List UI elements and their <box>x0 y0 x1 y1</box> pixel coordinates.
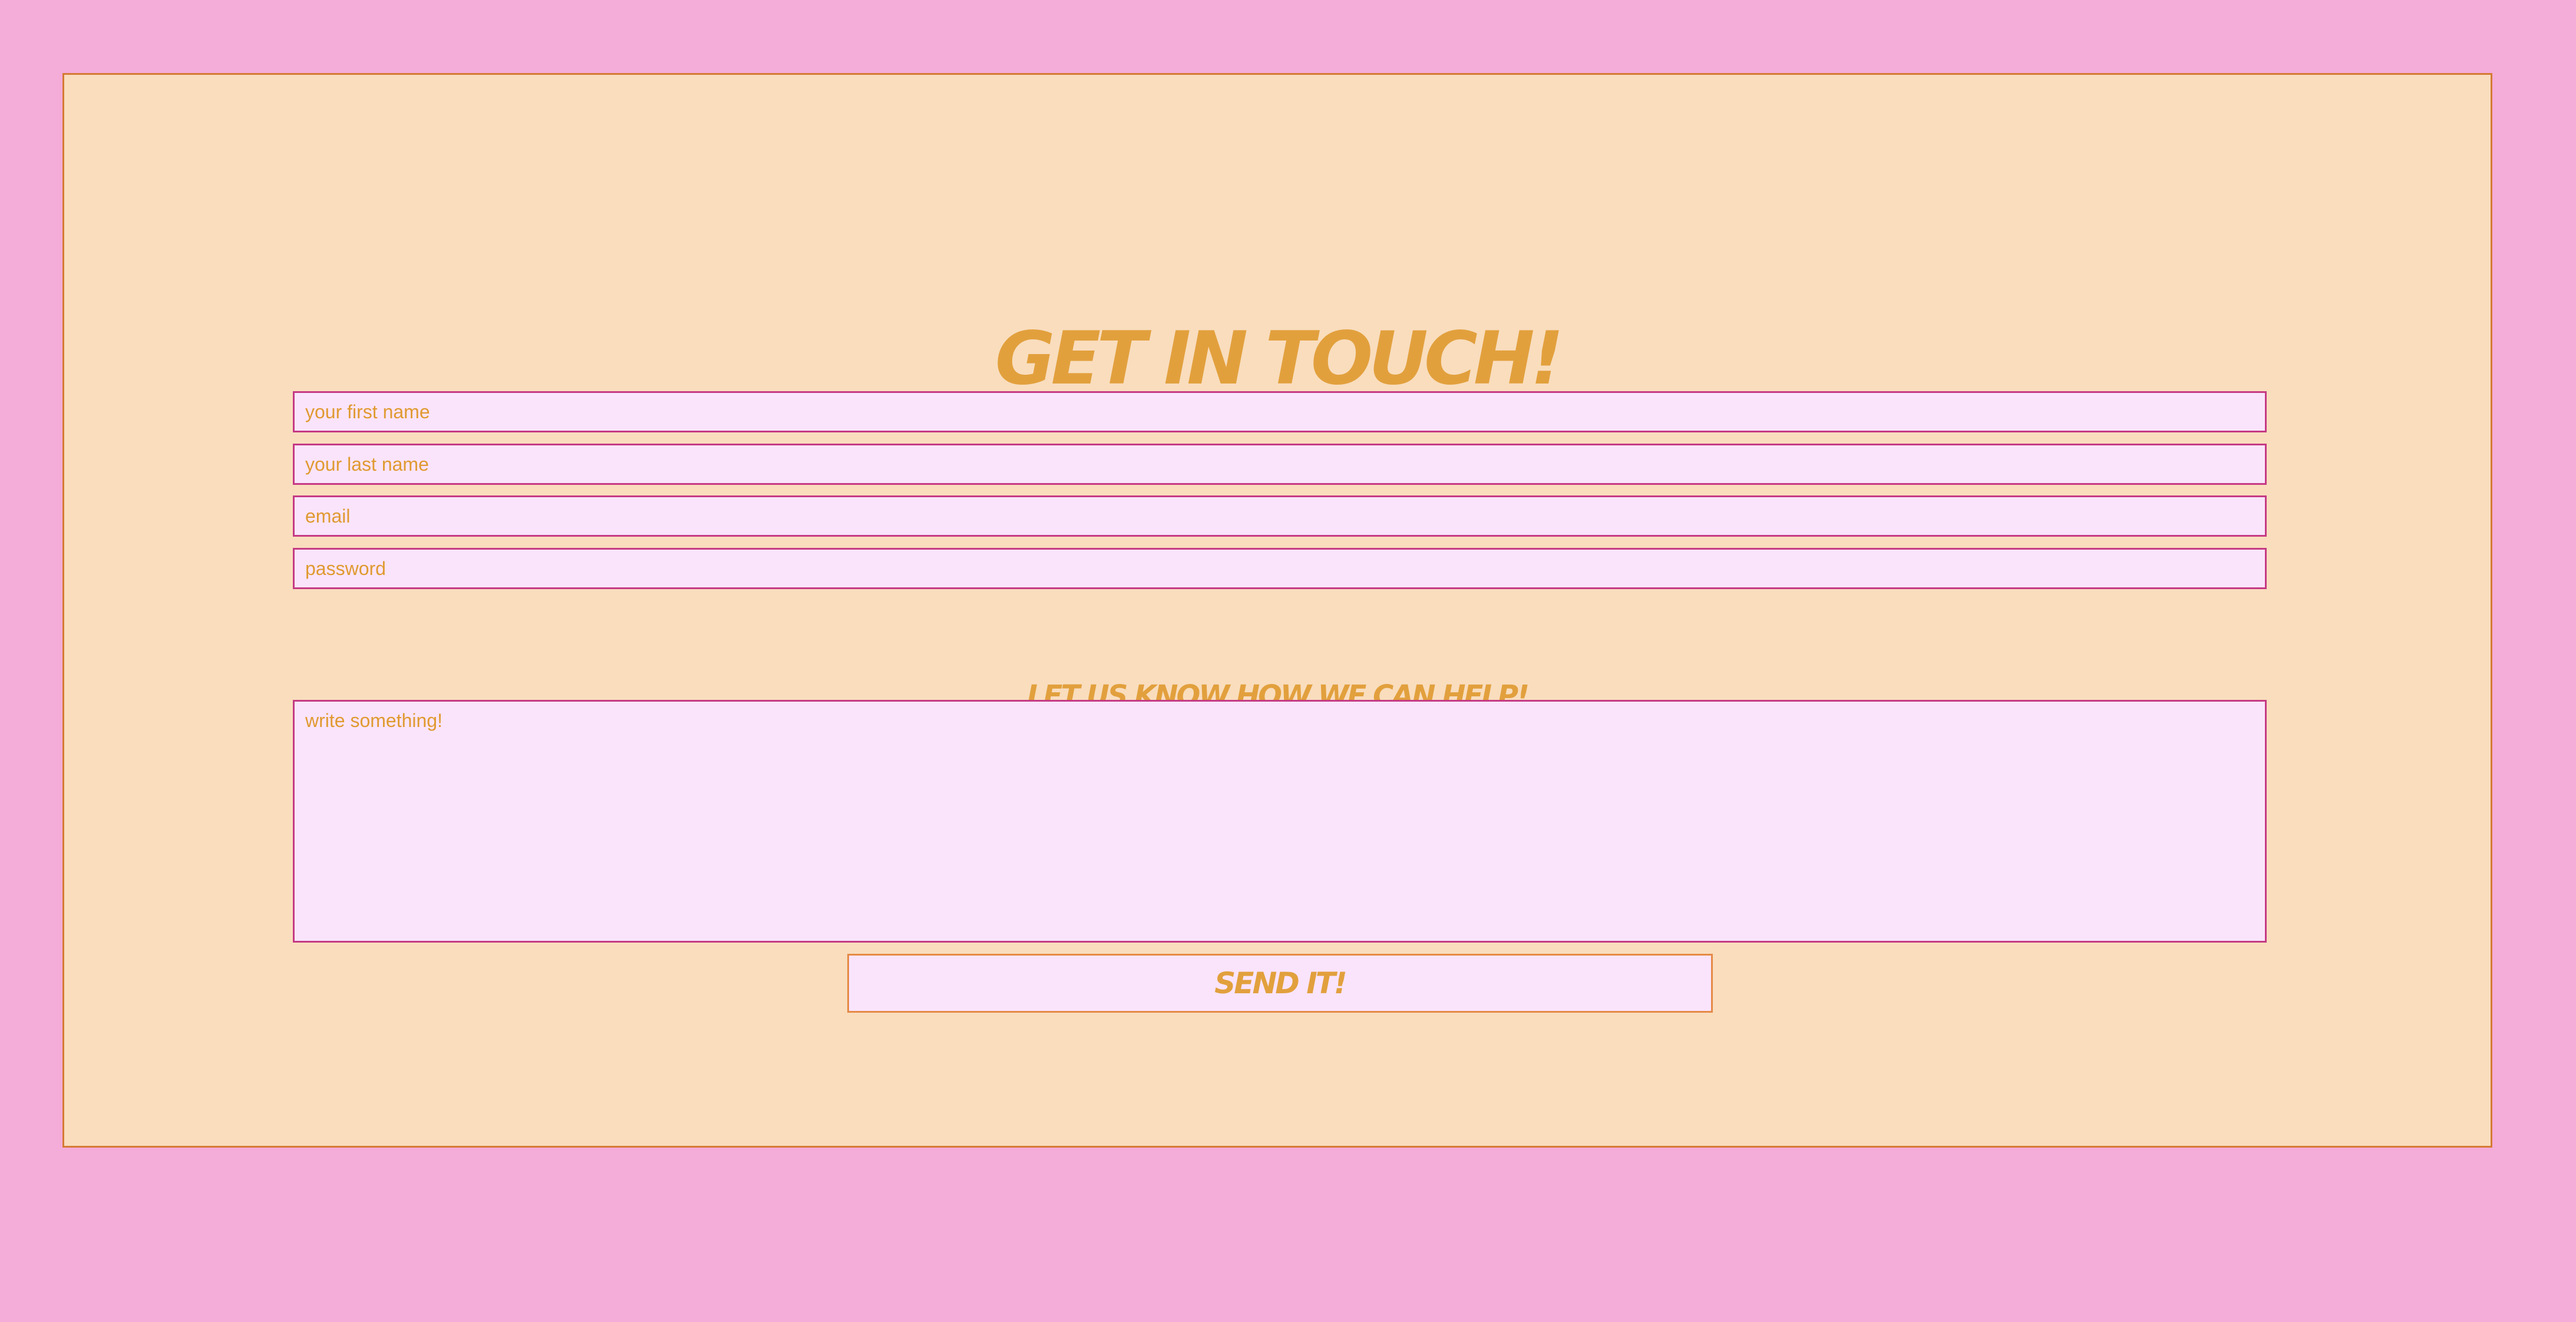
send-button[interactable]: SEND IT! <box>847 954 1713 1013</box>
email-input[interactable]: email <box>293 495 2267 537</box>
contact-card: GET IN TOUCH! your first name your last … <box>62 73 2492 1148</box>
first-name-input[interactable]: your first name <box>293 391 2267 432</box>
last-name-input[interactable]: your last name <box>293 444 2267 485</box>
password-input[interactable]: password <box>293 548 2267 589</box>
message-textarea[interactable]: write something! <box>293 700 2267 943</box>
form-title: GET IN TOUCH! <box>995 316 1564 401</box>
